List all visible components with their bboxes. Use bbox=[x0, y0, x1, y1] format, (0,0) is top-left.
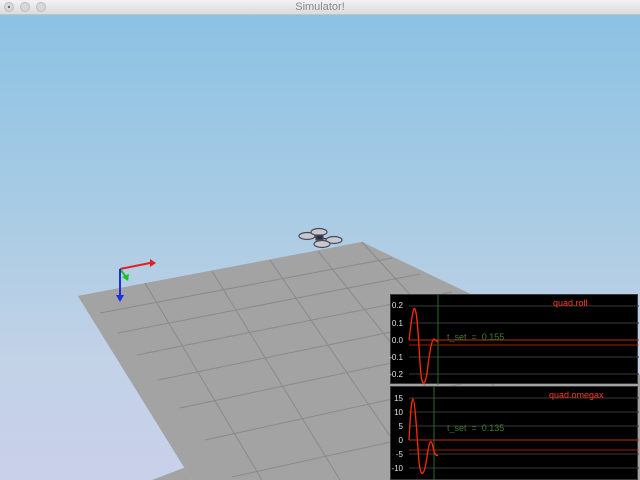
roll-settle-time: t_set = 0.155 bbox=[447, 332, 505, 342]
omegax-ytick: 15 bbox=[394, 394, 403, 403]
omegax-plot-title: quad.omegax bbox=[549, 390, 604, 400]
signal-trace bbox=[408, 307, 439, 384]
window-titlebar: Simulator! bbox=[0, 0, 640, 15]
omegax-ytick: -10 bbox=[391, 464, 403, 473]
quadrotor-drone bbox=[298, 227, 343, 249]
omegax-settle-time: t_set = 0.135 bbox=[447, 423, 505, 433]
omegax-plot-canvas bbox=[408, 387, 639, 480]
omegax-ytick: 0 bbox=[398, 436, 403, 445]
omegax-plot[interactable]: quad.omegax t_set = 0.135 15 10 5 0 -5 -… bbox=[390, 386, 639, 480]
omegax-ytick: 10 bbox=[394, 408, 403, 417]
window-title: Simulator! bbox=[295, 1, 345, 13]
simulation-viewport[interactable]: quad.roll t_set = 0.155 0.2 0.1 0.0 -0.1… bbox=[0, 15, 640, 480]
roll-ytick: 0.1 bbox=[391, 319, 403, 328]
omegax-ytick: 5 bbox=[398, 422, 403, 431]
roll-ytick: 0.0 bbox=[391, 336, 403, 345]
omegax-ytick: -5 bbox=[395, 450, 403, 459]
roll-plot[interactable]: quad.roll t_set = 0.155 0.2 0.1 0.0 -0.1… bbox=[389, 294, 639, 385]
roll-ytick: -0.2 bbox=[389, 370, 403, 379]
roll-ytick: 0.2 bbox=[391, 301, 403, 310]
roll-plot-canvas bbox=[408, 295, 639, 385]
roll-ytick: -0.1 bbox=[389, 353, 403, 362]
roll-plot-title: quad.roll bbox=[553, 298, 588, 308]
